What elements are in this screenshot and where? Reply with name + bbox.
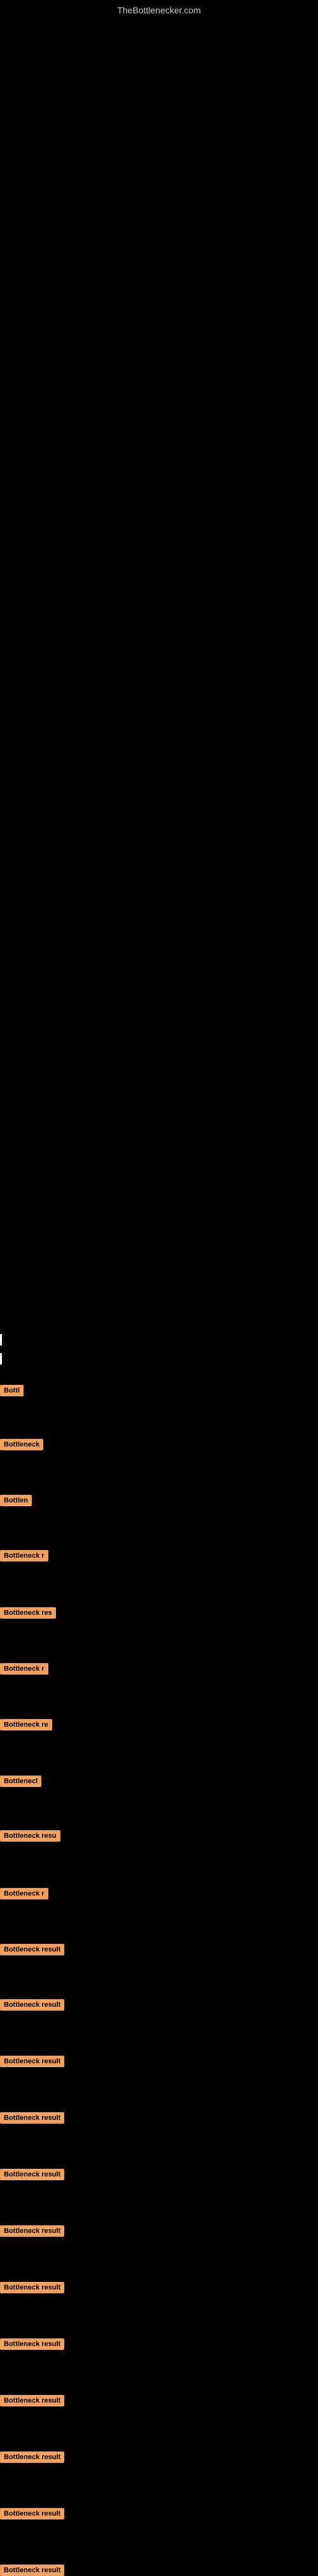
bottleneck-result-label[interactable]: Bottleneck res bbox=[0, 1607, 56, 1619]
bottleneck-result-label[interactable]: Bottlenecl bbox=[0, 1776, 41, 1787]
bottleneck-result-label[interactable]: Bottleneck result bbox=[0, 2225, 64, 2237]
bottleneck-result-label[interactable]: Bottleneck re bbox=[0, 1719, 52, 1730]
cursor-line-2 bbox=[0, 1353, 2, 1365]
site-title: TheBottlenecker.com bbox=[117, 5, 201, 15]
bottleneck-result-label[interactable]: Bottleneck result bbox=[0, 2451, 64, 2463]
bottleneck-result-label[interactable]: Bottl bbox=[0, 1385, 24, 1396]
bottleneck-result-label[interactable]: Bottleneck result bbox=[0, 2338, 64, 2350]
bottleneck-result-label[interactable]: Bottleneck result bbox=[0, 2508, 64, 2519]
bottleneck-result-label[interactable]: Bottleneck result bbox=[0, 2282, 64, 2293]
bottleneck-result-label[interactable]: Bottleneck bbox=[0, 1439, 43, 1450]
bottleneck-result-label[interactable]: Bottleneck r bbox=[0, 1888, 48, 1899]
bottleneck-result-label[interactable]: Bottleneck result bbox=[0, 2565, 64, 2576]
bottleneck-result-label[interactable]: Bottleneck resu bbox=[0, 1830, 60, 1842]
bottleneck-result-label[interactable]: Bottleneck r bbox=[0, 1663, 48, 1675]
bottleneck-result-label[interactable]: Bottleneck result bbox=[0, 1999, 64, 2011]
bottleneck-result-label[interactable]: Bottleneck result bbox=[0, 2056, 64, 2067]
bottleneck-result-label[interactable]: Bottlen bbox=[0, 1495, 32, 1506]
bottleneck-result-label[interactable]: Bottleneck result bbox=[0, 2112, 64, 2124]
bottleneck-result-label[interactable]: Bottleneck result bbox=[0, 2169, 64, 2180]
cursor-line-1 bbox=[0, 1334, 2, 1345]
bottleneck-result-label[interactable]: Bottleneck r bbox=[0, 1550, 48, 1561]
bottleneck-result-label[interactable]: Bottleneck result bbox=[0, 1944, 64, 1955]
bottleneck-result-label[interactable]: Bottleneck result bbox=[0, 2395, 64, 2406]
